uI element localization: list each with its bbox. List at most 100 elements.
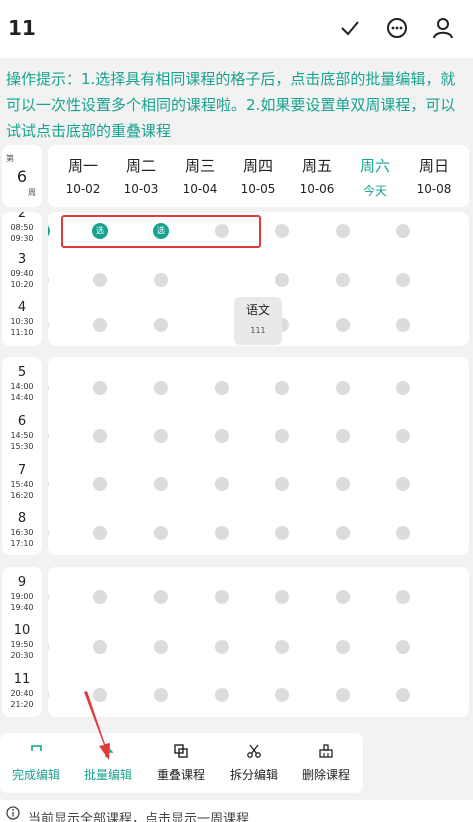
empty-slot-cell[interactable] [396, 477, 410, 491]
empty-slot-cell[interactable] [48, 590, 49, 604]
empty-slot-cell[interactable] [336, 429, 350, 443]
empty-slot-cell[interactable] [336, 224, 350, 238]
empty-slot-cell[interactable] [93, 477, 107, 491]
empty-slot-cell[interactable] [396, 640, 410, 654]
operation-hint: 操作提示：1.选择具有相同课程的格子后，点击底部的批量编辑，就可以一次性设置多个… [6, 70, 456, 140]
afternoon-time-column: 5 14:00 14:40 6 14:50 15:30 7 15:40 16:20 8 16:… [2, 357, 42, 555]
empty-slot-cell[interactable] [396, 590, 410, 604]
empty-slot-cell[interactable] [275, 381, 289, 395]
empty-slot-cell[interactable] [154, 429, 168, 443]
slot-7: 7 15:40 16:20 [10, 463, 34, 500]
empty-slot-cell[interactable] [154, 640, 168, 654]
empty-slot-cell[interactable] [275, 640, 289, 654]
week-header: 第 6 周 周一 10-02 周二 10-03 周三 10-04 周四 10-05 周五… [0, 145, 473, 207]
batch-edit-button[interactable]: 批量编辑 [72, 733, 144, 793]
empty-slot-cell[interactable] [93, 688, 107, 702]
empty-slot-cell[interactable] [48, 273, 49, 287]
overlap-course-button[interactable]: 重叠课程 [145, 733, 217, 793]
course-block[interactable]: 语文 111 [234, 297, 282, 345]
empty-slot-cell[interactable] [93, 429, 107, 443]
empty-slot-cell[interactable] [215, 477, 229, 491]
empty-slot-cell[interactable] [154, 526, 168, 540]
empty-slot-cell[interactable] [396, 526, 410, 540]
page-title: 11 [8, 16, 36, 40]
empty-slot-cell[interactable] [154, 477, 168, 491]
empty-slot-cell[interactable] [93, 526, 107, 540]
overlap-icon [174, 744, 188, 758]
empty-slot-cell[interactable] [215, 429, 229, 443]
empty-slot-cell[interactable] [275, 526, 289, 540]
evening-time-column: 9 19:00 19:40 10 19:50 20:30 11 20:40 21:20 [2, 567, 42, 717]
footer-bar[interactable]: 当前显示全部课程，点击显示一周课程 [0, 800, 473, 822]
empty-slot-cell[interactable] [275, 224, 289, 238]
empty-slot-cell[interactable] [396, 381, 410, 395]
empty-slot-cell[interactable] [215, 381, 229, 395]
return-icon [31, 745, 42, 751]
empty-slot-cell[interactable] [215, 640, 229, 654]
day-name: 周三 [184, 157, 215, 175]
empty-slot-cell[interactable] [154, 688, 168, 702]
cursor-icon [104, 743, 114, 758]
delete-course-button[interactable]: 删除课程 [290, 733, 362, 793]
split-edit-button[interactable]: 拆分编辑 [218, 733, 290, 793]
empty-slot-cell[interactable] [48, 429, 49, 443]
empty-slot-cell[interactable] [396, 318, 410, 332]
empty-slot-cell[interactable] [93, 590, 107, 604]
done-edit-button[interactable]: 完成编辑 [0, 733, 72, 793]
empty-slot-cell[interactable] [93, 273, 107, 287]
day-date: 10-05 [240, 182, 276, 196]
chat-icon[interactable] [383, 14, 411, 42]
empty-slot-cell[interactable] [215, 526, 229, 540]
day-date: 10-08 [416, 182, 452, 196]
empty-slot-cell[interactable] [396, 224, 410, 238]
user-icon[interactable] [429, 14, 457, 42]
empty-slot-cell[interactable] [275, 590, 289, 604]
empty-slot-cell[interactable] [275, 477, 289, 491]
empty-slot-cell[interactable] [154, 590, 168, 604]
empty-slot-cell[interactable] [336, 477, 350, 491]
morning-time-column: 2 08:50 09:30 3 09:40 10:20 4 10:30 11:10 [2, 212, 42, 346]
empty-slot-cell[interactable] [396, 688, 410, 702]
empty-slot-cell[interactable] [93, 640, 107, 654]
selection-highlight-box [61, 215, 261, 248]
empty-slot-cell[interactable] [336, 688, 350, 702]
day-date: 10-06 [299, 182, 335, 196]
check-icon[interactable] [336, 14, 364, 42]
empty-slot-cell[interactable] [93, 318, 107, 332]
week-suffix: 周 [28, 188, 36, 197]
empty-slot-cell[interactable] [336, 273, 350, 287]
slot-4: 4 10:30 11:10 [10, 300, 34, 337]
empty-slot-cell[interactable] [336, 381, 350, 395]
afternoon-grid [48, 357, 469, 555]
slot-10: 10 19:50 20:30 [10, 623, 34, 660]
empty-slot-cell[interactable] [154, 318, 168, 332]
empty-slot-cell[interactable] [336, 526, 350, 540]
empty-slot-cell[interactable] [48, 688, 49, 702]
empty-slot-cell[interactable] [48, 640, 49, 654]
empty-slot-cell[interactable] [396, 273, 410, 287]
footer-text: 当前显示全部课程，点击显示一周课程 [28, 812, 250, 822]
empty-slot-cell[interactable] [48, 477, 49, 491]
empty-slot-cell[interactable] [154, 273, 168, 287]
empty-slot-cell[interactable] [215, 688, 229, 702]
empty-slot-cell[interactable] [48, 526, 49, 540]
day-name: 周六 [359, 157, 390, 175]
week-number: 6 [16, 167, 28, 186]
selected-cell[interactable]: 选 [48, 223, 50, 239]
empty-slot-cell[interactable] [48, 318, 49, 332]
info-icon [6, 806, 20, 820]
empty-slot-cell[interactable] [275, 429, 289, 443]
day-tue: 周二 10-03 [112, 155, 170, 196]
week-indicator[interactable]: 第 6 周 [2, 145, 42, 207]
empty-slot-cell[interactable] [275, 273, 289, 287]
empty-slot-cell[interactable] [48, 381, 49, 395]
empty-slot-cell[interactable] [336, 640, 350, 654]
empty-slot-cell[interactable] [336, 318, 350, 332]
empty-slot-cell[interactable] [336, 590, 350, 604]
empty-slot-cell[interactable] [93, 381, 107, 395]
empty-slot-cell[interactable] [396, 429, 410, 443]
day-fri: 周五 10-06 [288, 155, 346, 196]
empty-slot-cell[interactable] [275, 688, 289, 702]
empty-slot-cell[interactable] [154, 381, 168, 395]
empty-slot-cell[interactable] [215, 590, 229, 604]
